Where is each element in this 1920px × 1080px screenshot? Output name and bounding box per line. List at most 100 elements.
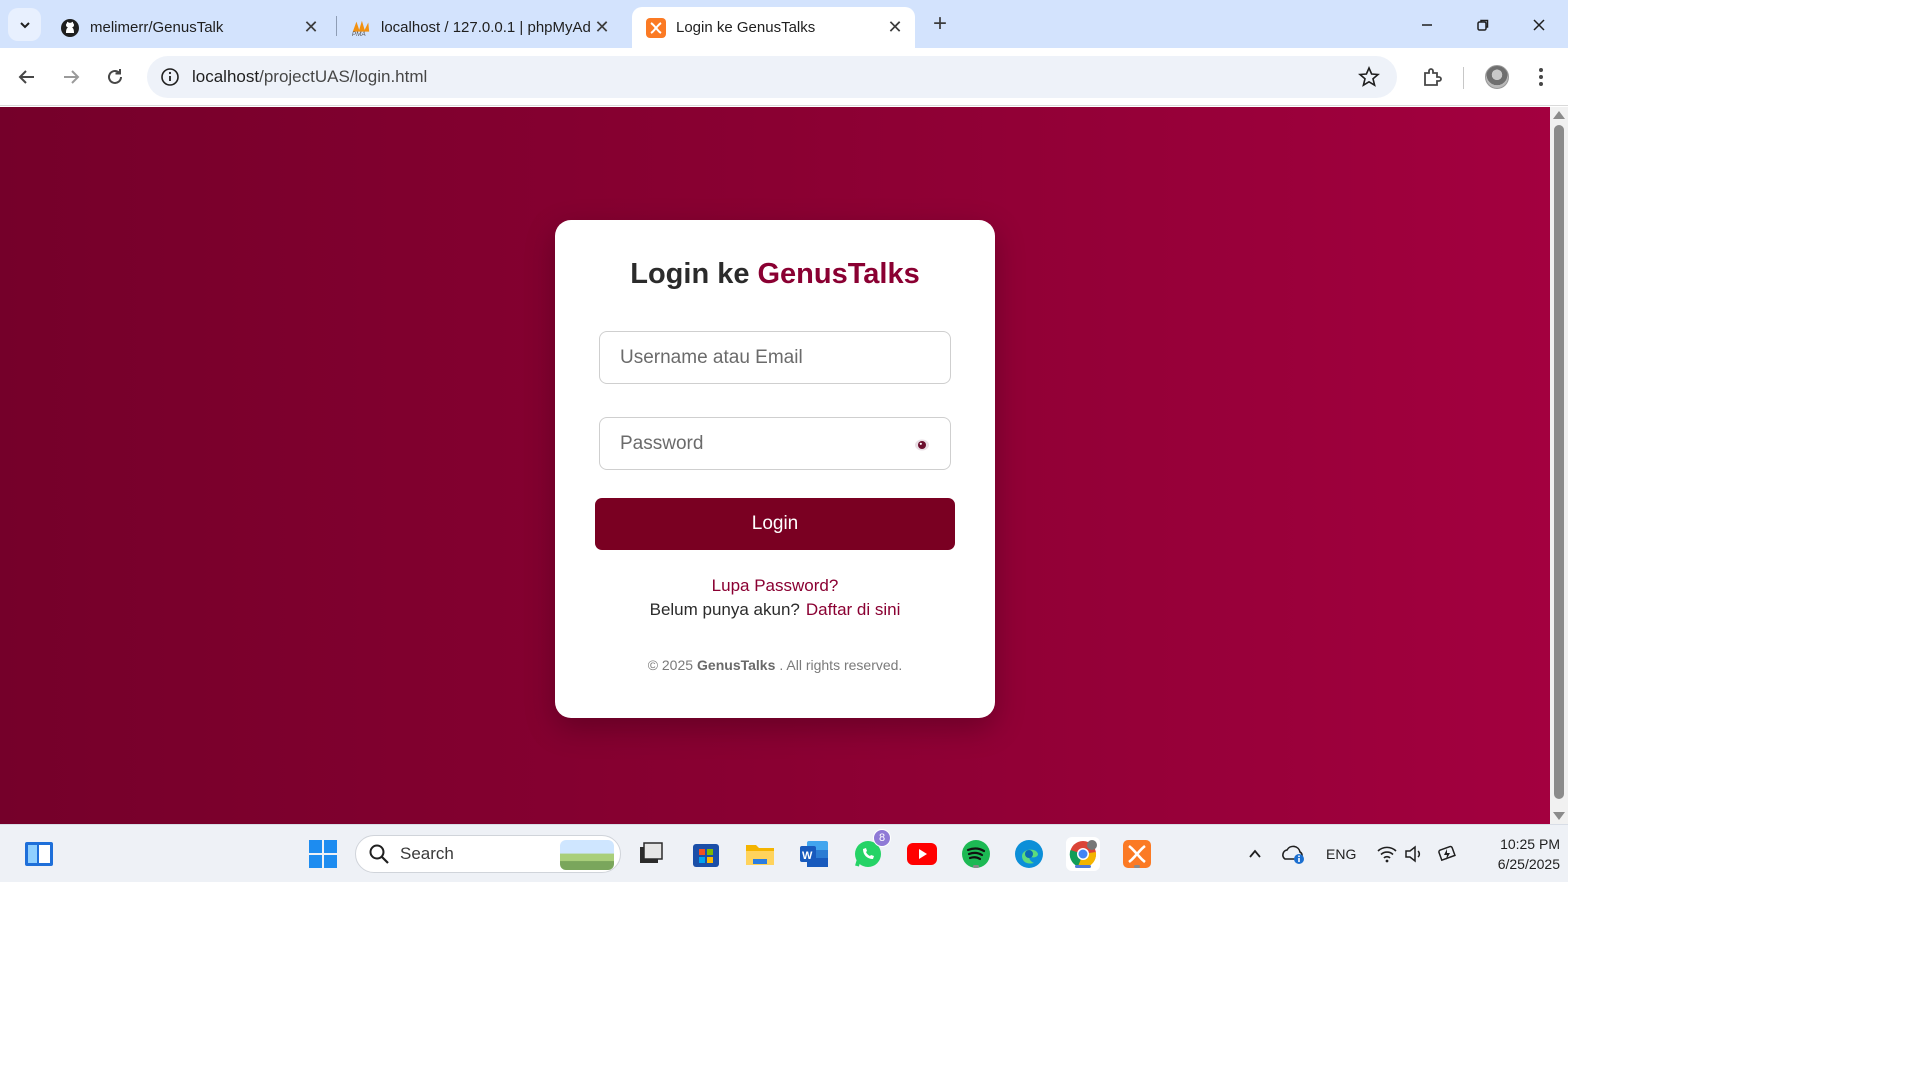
browser-tab-strip: melimerr/GenusTalk ✕ PMA localhost / 127…	[0, 0, 1568, 48]
volume-button[interactable]	[1397, 837, 1431, 871]
login-button[interactable]: Login	[595, 498, 955, 550]
register-link[interactable]: Daftar di sini	[806, 600, 900, 619]
close-tab-icon[interactable]: ✕	[885, 17, 905, 37]
scroll-up-icon[interactable]	[1553, 111, 1565, 119]
chevron-down-icon	[19, 21, 30, 28]
edge-icon	[1015, 840, 1043, 868]
browser-toolbar: localhost/projectUAS/login.html	[0, 48, 1568, 106]
taskbar-search-box[interactable]: Search	[355, 835, 621, 873]
footer-suffix: . All rights reserved.	[779, 657, 903, 673]
toolbar-divider	[1463, 67, 1464, 89]
svg-text:PMA: PMA	[352, 31, 366, 38]
phpmyadmin-icon: PMA	[351, 18, 371, 38]
edge-button[interactable]	[1012, 837, 1046, 871]
chevron-up-icon	[1249, 849, 1261, 858]
close-icon	[1533, 19, 1545, 31]
whatsapp-button[interactable]: 8	[851, 829, 891, 871]
search-label: Search	[400, 844, 454, 863]
running-indicator	[1134, 865, 1140, 868]
new-tab-button[interactable]: +	[926, 10, 954, 38]
tab-title: localhost / 127.0.0.1 | phpMyAd	[381, 19, 591, 36]
login-title-brand: GenusTalks	[757, 258, 920, 290]
onedrive-tray-button[interactable]	[1276, 837, 1310, 871]
arrow-right-icon	[64, 70, 80, 84]
register-line: Belum punya akun? Daftar di sini	[555, 600, 995, 620]
close-tab-icon[interactable]: ✕	[301, 17, 321, 37]
spotify-button[interactable]	[959, 837, 993, 871]
battery-button[interactable]	[1430, 837, 1464, 871]
password-input[interactable]: Password	[599, 417, 951, 470]
whatsapp-badge: 8	[873, 829, 891, 847]
close-window-button[interactable]	[1524, 10, 1554, 40]
username-input[interactable]: Username atau Email	[599, 331, 951, 384]
tab-github[interactable]: melimerr/GenusTalk ✕	[46, 7, 331, 48]
puzzle-icon	[1424, 68, 1442, 86]
tab-title: Login ke GenusTalks	[676, 19, 816, 36]
plus-icon: +	[932, 10, 947, 37]
menu-button[interactable]	[1527, 63, 1555, 91]
eye-icon[interactable]	[914, 438, 930, 452]
bookmark-star-icon[interactable]	[1357, 65, 1381, 89]
extensions-button[interactable]	[1418, 63, 1446, 91]
page-viewport: Login ke GenusTalks Username atau Email P…	[0, 107, 1550, 824]
arrow-left-icon	[18, 70, 34, 84]
password-placeholder: Password	[620, 432, 704, 454]
url-path: /projectUAS/login.html	[259, 67, 428, 86]
tab-search-button[interactable]	[8, 8, 41, 41]
back-button[interactable]	[13, 63, 41, 91]
close-tab-icon[interactable]: ✕	[592, 17, 612, 37]
forgot-password-link[interactable]: Lupa Password?	[555, 576, 995, 596]
login-title: Login ke GenusTalks	[555, 258, 995, 291]
scroll-thumb[interactable]	[1554, 125, 1564, 799]
file-explorer-button[interactable]	[743, 837, 777, 871]
youtube-icon	[907, 843, 937, 865]
scroll-down-icon[interactable]	[1553, 812, 1565, 820]
start-button[interactable]	[306, 837, 340, 871]
xampp-button[interactable]	[1120, 837, 1154, 871]
minimize-button[interactable]	[1412, 10, 1442, 40]
reload-icon	[108, 69, 122, 84]
tab-login-genustalks[interactable]: Login ke GenusTalks ✕	[632, 7, 915, 48]
search-highlight-image	[560, 840, 614, 870]
chrome-button[interactable]	[1066, 837, 1100, 871]
reload-button[interactable]	[101, 63, 129, 91]
youtube-button[interactable]	[905, 837, 939, 871]
task-view-icon	[640, 842, 663, 863]
running-indicator	[1075, 865, 1091, 868]
microsoft-store-icon	[693, 844, 719, 867]
show-hidden-icons-button[interactable]	[1238, 837, 1272, 871]
kebab-menu-icon	[1539, 68, 1543, 86]
restore-button[interactable]	[1468, 10, 1498, 40]
speaker-icon	[1405, 845, 1421, 863]
language-indicator[interactable]: ENG	[1326, 846, 1356, 862]
site-info-icon[interactable]	[159, 66, 181, 88]
profile-avatar[interactable]	[1485, 65, 1509, 89]
windows-logo-icon	[309, 840, 337, 868]
footer-prefix: © 2025	[647, 657, 694, 673]
page-scrollbar[interactable]	[1550, 107, 1568, 824]
login-title-prefix: Login ke	[630, 258, 750, 290]
tab-title: melimerr/GenusTalk	[90, 19, 224, 36]
running-indicator	[973, 865, 979, 868]
folder-icon	[746, 845, 774, 865]
word-button[interactable]: W	[797, 837, 831, 871]
xampp-icon	[646, 17, 666, 38]
search-icon	[369, 844, 389, 864]
widgets-button[interactable]	[22, 837, 56, 871]
svg-text:W: W	[802, 850, 813, 862]
microsoft-store-button[interactable]	[689, 837, 723, 871]
forward-button[interactable]	[57, 63, 85, 91]
windows-taskbar: Search W 8 ENG 10:25 PM 6/25/2025	[0, 824, 1568, 882]
tab-phpmyadmin[interactable]: PMA localhost / 127.0.0.1 | phpMyAd ✕	[337, 7, 622, 48]
battery-charging-icon	[1438, 845, 1456, 862]
system-clock[interactable]: 10:25 PM 6/25/2025	[1460, 834, 1560, 874]
task-view-button[interactable]	[634, 837, 668, 871]
address-bar[interactable]: localhost/projectUAS/login.html	[147, 56, 1397, 98]
register-prompt: Belum punya akun?	[649, 600, 800, 619]
clock-time: 10:25 PM	[1500, 836, 1560, 852]
url-text[interactable]: localhost/projectUAS/login.html	[192, 67, 427, 87]
footer-brand: GenusTalks	[697, 657, 776, 673]
widgets-icon	[25, 842, 53, 866]
cloud-info-icon	[1282, 845, 1304, 864]
wifi-icon	[1377, 846, 1397, 863]
